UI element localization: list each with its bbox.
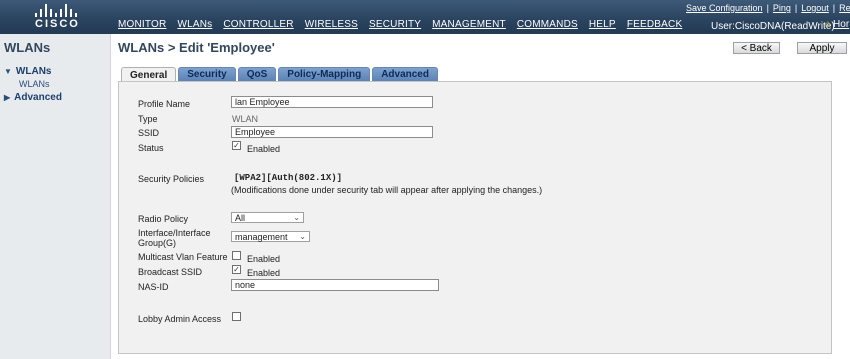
nav-management[interactable]: MANAGEMENT [432,19,506,30]
nav-wireless[interactable]: WIRELESS [305,19,358,30]
sidebar-group-label: WLANs [15,66,52,77]
current-user: User:CiscoDNA(ReadWrite) [711,21,835,32]
ping-link[interactable]: Ping [773,3,791,13]
check-icon: ✓ [233,265,240,274]
type-value: WLAN [232,114,259,124]
tab-qos[interactable]: QoS [237,67,277,81]
broadcast-ssid-label: Broadcast SSID [138,267,203,277]
back-button-label: < Back [741,42,772,54]
main-nav: MONITOR WLANs CONTROLLER WIRELESS SECURI… [118,19,693,30]
nav-controller[interactable]: CONTROLLER [223,19,293,30]
home-link-container[interactable]: ⌂ Hor [825,19,849,30]
interface-label-line2: Group(G) [138,238,177,248]
nav-security[interactable]: SECURITY [369,19,421,30]
separator: | [794,3,798,13]
profile-name-label: Profile Name [138,99,191,109]
radio-policy-selected: All [235,212,246,223]
cisco-logo: CISCO [30,3,86,31]
triangle-down-icon: ▼ [4,67,12,76]
interface-selected: management [235,231,288,242]
lobby-admin-access-label: Lobby Admin Access [138,314,222,324]
nav-monitor[interactable]: MONITOR [118,19,166,30]
sidebar-group-wlans[interactable]: ▼ WLANs [4,66,51,77]
sidebar-group-advanced[interactable]: ▶ Advanced [4,92,62,103]
multicast-vlan-enabled-label: Enabled [247,254,281,264]
apply-button-label: Apply [809,42,835,54]
status-checkbox[interactable]: ✓ [232,141,241,150]
radio-policy-label: Radio Policy [138,214,189,224]
sidebar: WLANs ▼ WLANs WLANs ▶ Advanced [0,34,111,359]
broadcast-ssid-checkbox[interactable]: ✓ [232,265,241,274]
security-policies-note: (Modifications done under security tab w… [231,185,543,195]
interface-select[interactable]: management ⌄ [231,231,310,242]
sidebar-item-wlans[interactable]: WLANs [19,79,50,89]
sidebar-title: WLANs [4,40,51,55]
chevron-down-icon: ⌄ [293,213,300,222]
profile-name-input[interactable] [231,96,433,108]
general-tab-panel: Profile Name Type WLAN SSID Status ✓ Ena… [118,81,832,354]
radio-policy-select[interactable]: All ⌄ [231,212,304,223]
type-label: Type [138,114,158,124]
apply-button[interactable]: Apply [797,42,847,54]
nas-id-input[interactable] [231,279,439,291]
status-label: Status [138,143,164,153]
separator: | [766,3,769,13]
triangle-right-icon: ▶ [4,93,11,102]
ssid-label: SSID [138,128,160,138]
tab-policy-mapping[interactable]: Policy-Mapping [278,67,371,81]
tab-advanced[interactable]: Advanced [372,67,438,81]
status-enabled-label: Enabled [247,144,281,154]
tab-security[interactable]: Security [178,67,236,81]
check-icon: ✓ [233,141,240,150]
nav-help[interactable]: HELP [589,19,616,30]
multicast-vlan-checkbox[interactable] [232,251,241,260]
security-policies-label: Security Policies [138,174,205,184]
tab-general[interactable]: General [121,67,177,82]
lobby-admin-access-checkbox[interactable] [232,312,241,321]
page-title: WLANs > Edit 'Employee' [118,40,275,55]
nav-commands[interactable]: COMMANDS [517,19,578,30]
ssid-input[interactable] [231,126,433,138]
save-configuration-link[interactable]: Save Configuration [686,3,763,13]
chevron-down-icon: ⌄ [299,232,306,241]
logout-link[interactable]: Logout [801,3,829,13]
broadcast-ssid-enabled-label: Enabled [247,268,281,278]
cisco-bridge-bars-icon [35,4,81,17]
security-policies-value: [WPA2][Auth(802.1X)] [234,173,343,183]
top-header: CISCO MONITOR WLANs CONTROLLER WIRELESS … [0,0,850,34]
home-link[interactable]: Hor [833,19,849,30]
nav-feedback[interactable]: FEEDBACK [627,19,683,30]
tab-bar: General Security QoS Policy-Mapping Adva… [121,67,440,82]
back-button[interactable]: < Back [733,42,780,54]
nav-wlans[interactable]: WLANs [177,19,212,30]
sidebar-group-label: Advanced [14,92,62,103]
nas-id-label: NAS-ID [138,282,169,292]
separator: | [832,3,836,13]
utility-links: Save Configuration | Ping | Logout | Ref… [686,3,850,13]
interface-label-line1: Interface/Interface [138,228,211,238]
home-icon: ⌂ [825,19,832,30]
multicast-vlan-label: Multicast Vlan Feature [138,252,228,262]
refresh-link[interactable]: Refre [839,3,850,13]
cisco-wordmark: CISCO [35,18,80,30]
